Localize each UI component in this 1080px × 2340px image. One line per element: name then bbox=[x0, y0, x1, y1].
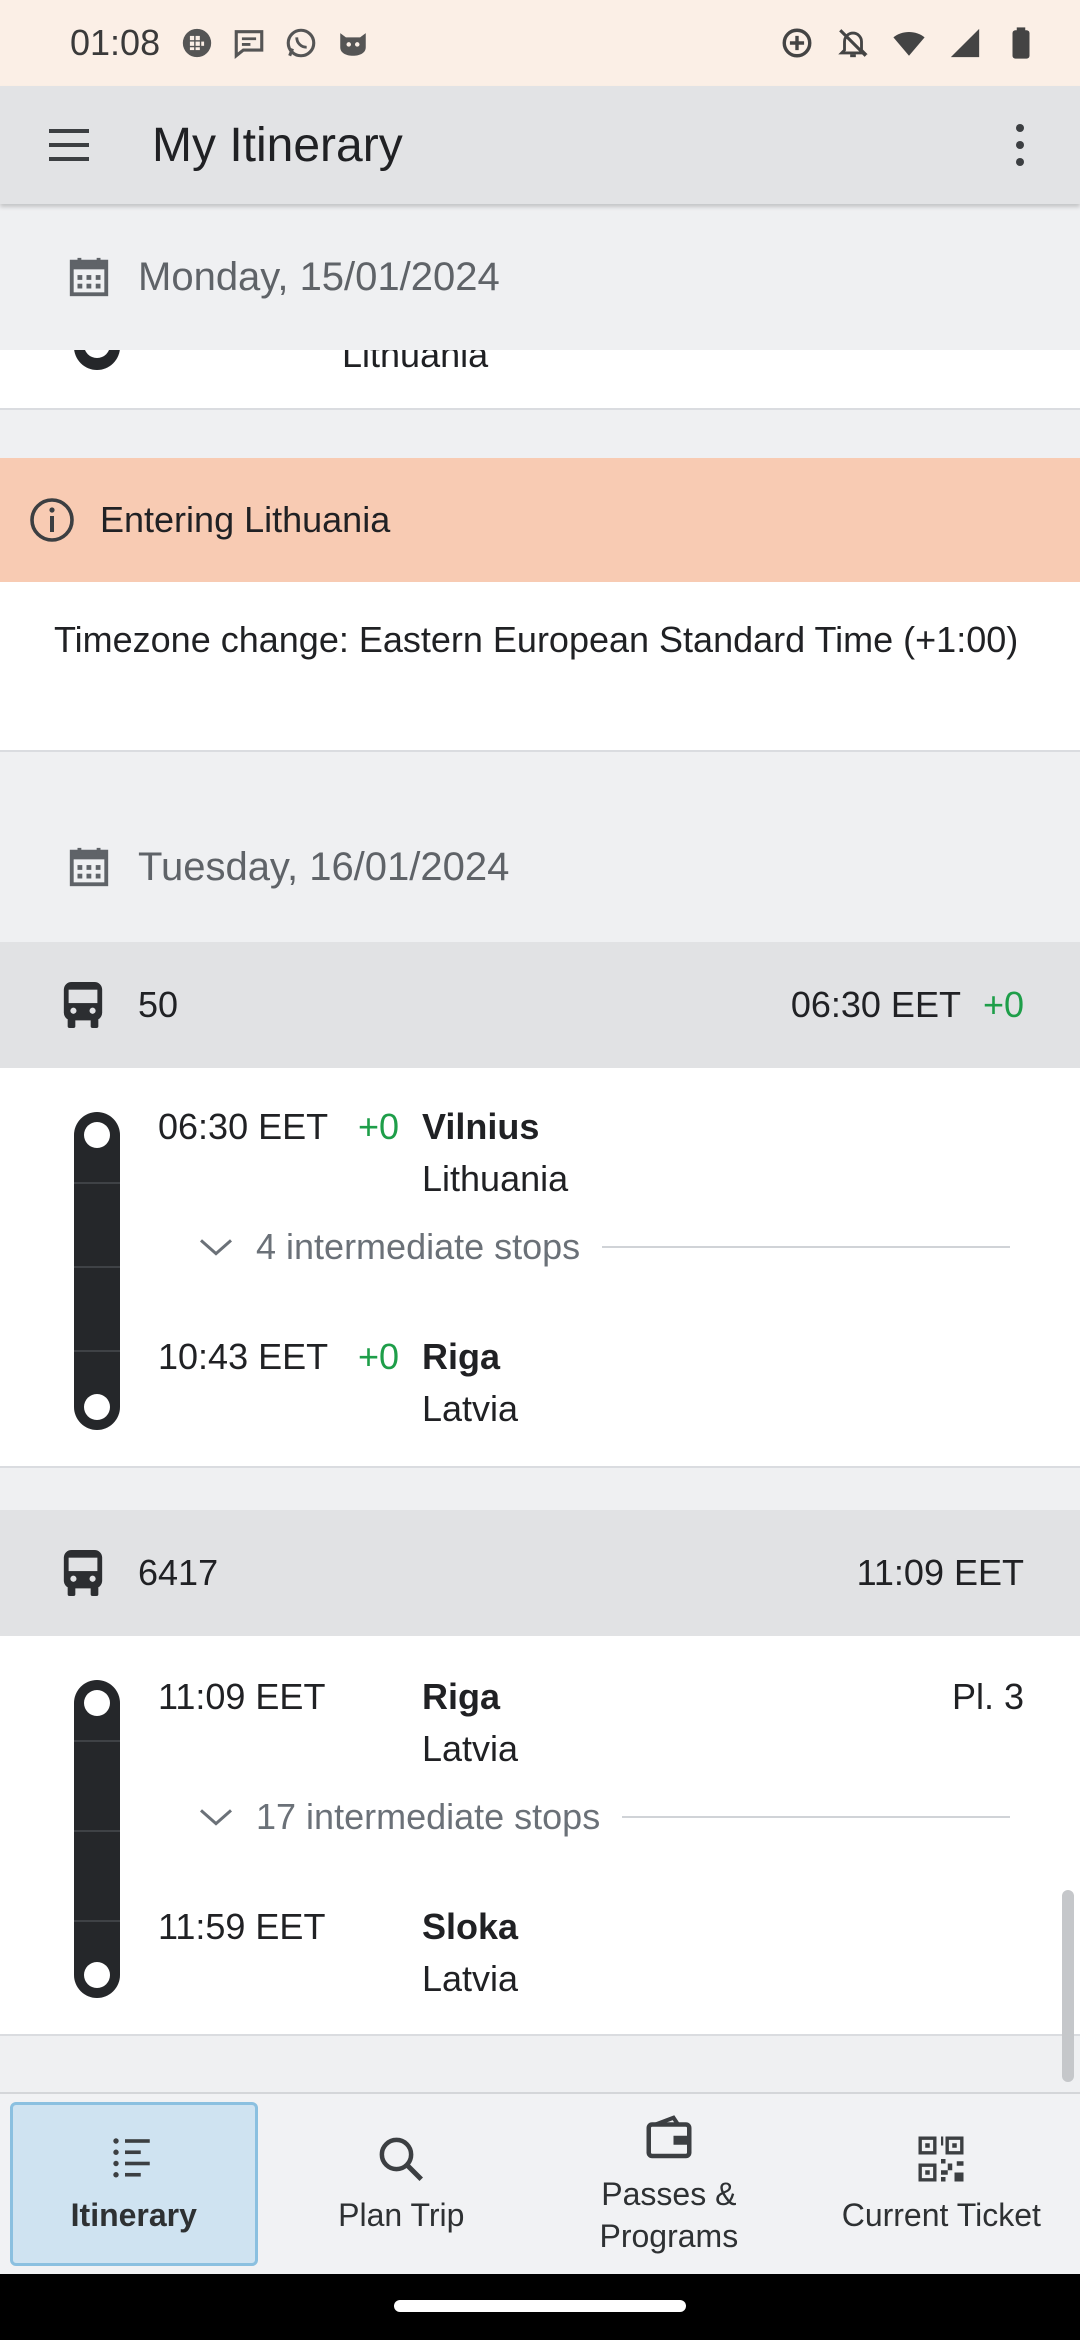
leg-details: 11:09 EET Riga Pl. 3 Latvia 17 intermedi… bbox=[0, 1636, 1080, 2036]
stop-name[interactable]: Sloka bbox=[422, 1906, 518, 1948]
stop-time: 11:09 EET bbox=[158, 1676, 326, 1717]
status-time: 01:08 bbox=[70, 22, 161, 63]
wifi-icon bbox=[890, 24, 928, 62]
date-header-day2: Tuesday, 16/01/2024 bbox=[0, 794, 1080, 940]
data-saver-icon bbox=[778, 24, 816, 62]
stop-country: Latvia bbox=[422, 1388, 519, 1429]
nav-label: Current Ticket bbox=[841, 2197, 1041, 2233]
divider bbox=[0, 2034, 1080, 2036]
stop-name[interactable]: Vilnius bbox=[422, 1106, 539, 1148]
wallet-icon bbox=[646, 2115, 692, 2159]
scrollbar[interactable] bbox=[1062, 1890, 1074, 2082]
stop-country: Lithuania bbox=[422, 1158, 569, 1199]
battery-icon bbox=[1002, 24, 1040, 62]
nav-plan-trip[interactable]: Plan Trip bbox=[278, 2102, 526, 2266]
nav-label: Passes & Programs bbox=[599, 2176, 739, 2254]
leg-header[interactable]: 50 06:30 EET +0 bbox=[0, 942, 1080, 1068]
whatsapp-icon bbox=[282, 24, 320, 62]
notice-title: Entering Lithuania bbox=[100, 499, 391, 540]
route-number: 50 bbox=[138, 984, 179, 1025]
route-track bbox=[74, 1112, 120, 1430]
stop-dot bbox=[84, 1690, 110, 1716]
intermediate-stops-label: 4 intermediate stops bbox=[256, 1226, 581, 1267]
route-number: 6417 bbox=[138, 1552, 219, 1593]
stop-country: Latvia bbox=[422, 1728, 519, 1769]
departure-time: 06:30 EET +0 bbox=[790, 984, 1024, 1025]
gesture-navigation-area bbox=[0, 2274, 1080, 2340]
menu-button[interactable] bbox=[36, 110, 106, 180]
stop-name[interactable]: Riga bbox=[422, 1676, 500, 1718]
border-notice-header: Entering Lithuania bbox=[0, 458, 1080, 582]
bus-icon bbox=[63, 982, 103, 1028]
list-icon bbox=[113, 2138, 150, 2178]
notification-icons bbox=[178, 24, 372, 62]
stop-time: 10:43 EET bbox=[158, 1336, 329, 1377]
message-app-icon bbox=[230, 24, 268, 62]
status-bar: 01:08 bbox=[0, 0, 1080, 86]
stop-delay: +0 bbox=[358, 1336, 400, 1377]
page-title: My Itinerary bbox=[152, 118, 403, 172]
nav-label: Itinerary bbox=[70, 2197, 197, 2233]
stop-name[interactable]: Riga bbox=[422, 1336, 500, 1378]
departure-time: 11:09 EET bbox=[856, 1552, 1024, 1593]
stop-delay: +0 bbox=[358, 1106, 400, 1147]
nav-current-ticket[interactable]: Current Ticket bbox=[813, 2102, 1070, 2266]
system-icons bbox=[778, 24, 1040, 62]
platform-label: Pl. 3 bbox=[951, 1676, 1024, 1717]
bus-icon bbox=[63, 1550, 103, 1596]
delay-badge: +0 bbox=[982, 984, 1024, 1025]
home-gesture-bar[interactable] bbox=[394, 2300, 686, 2312]
qr-code-icon bbox=[918, 2136, 964, 2182]
chevron-down-icon bbox=[200, 1809, 232, 1826]
divider bbox=[0, 408, 1080, 410]
stop-country: Latvia bbox=[422, 1958, 519, 1999]
stop-dot bbox=[84, 1962, 110, 1988]
nav-passes-programs[interactable]: Passes & Programs bbox=[545, 2102, 793, 2266]
date-label: Tuesday, 16/01/2024 bbox=[138, 844, 510, 889]
stop-time: 06:30 EET bbox=[158, 1106, 329, 1147]
leg-details: 06:30 EET +0 Vilnius Lithuania 4 interme… bbox=[0, 1068, 1080, 1468]
stop-dot bbox=[84, 1394, 110, 1420]
grid-app-icon bbox=[178, 24, 216, 62]
hamburger-menu-icon bbox=[49, 129, 89, 161]
intermediate-stops-label: 17 intermediate stops bbox=[256, 1796, 601, 1837]
partial-stop-card: Lithuania bbox=[0, 330, 1080, 408]
more-options-button[interactable] bbox=[990, 110, 1050, 180]
calendar-icon bbox=[69, 257, 109, 297]
stop-dot bbox=[84, 1122, 110, 1148]
more-vertical-icon bbox=[1016, 124, 1024, 166]
intermediate-stops-toggle[interactable]: 17 intermediate stops bbox=[196, 1796, 1010, 1838]
chevron-down-icon bbox=[200, 1239, 232, 1256]
intermediate-stops-toggle[interactable]: 4 intermediate stops bbox=[196, 1226, 1010, 1268]
divider bbox=[0, 1466, 1080, 1468]
date-header-day1: Monday, 15/01/2024 bbox=[0, 204, 1080, 350]
nav-label: Plan Trip bbox=[338, 2197, 465, 2233]
notice-body: Timezone change: Eastern European Standa… bbox=[0, 582, 1080, 752]
signal-icon bbox=[946, 24, 984, 62]
calendar-icon bbox=[69, 847, 109, 887]
itinerary-list[interactable]: Lithuania Monday, 15/01/2024 Entering Li… bbox=[0, 204, 1080, 2092]
search-icon bbox=[379, 2137, 424, 2182]
cat-app-icon bbox=[334, 24, 372, 62]
leg-header[interactable]: 6417 11:09 EET bbox=[0, 1510, 1080, 1636]
route-track bbox=[74, 1680, 120, 1998]
date-label: Monday, 15/01/2024 bbox=[138, 254, 500, 299]
stop-time: 11:59 EET bbox=[158, 1906, 326, 1947]
info-icon bbox=[30, 498, 74, 542]
do-not-disturb-icon bbox=[834, 24, 872, 62]
app-bar: My Itinerary bbox=[0, 86, 1080, 204]
nav-itinerary[interactable]: Itinerary bbox=[10, 2102, 258, 2266]
bottom-navigation: Itinerary Plan Trip Passes & Programs Cu… bbox=[0, 2092, 1080, 2274]
divider bbox=[0, 750, 1080, 752]
